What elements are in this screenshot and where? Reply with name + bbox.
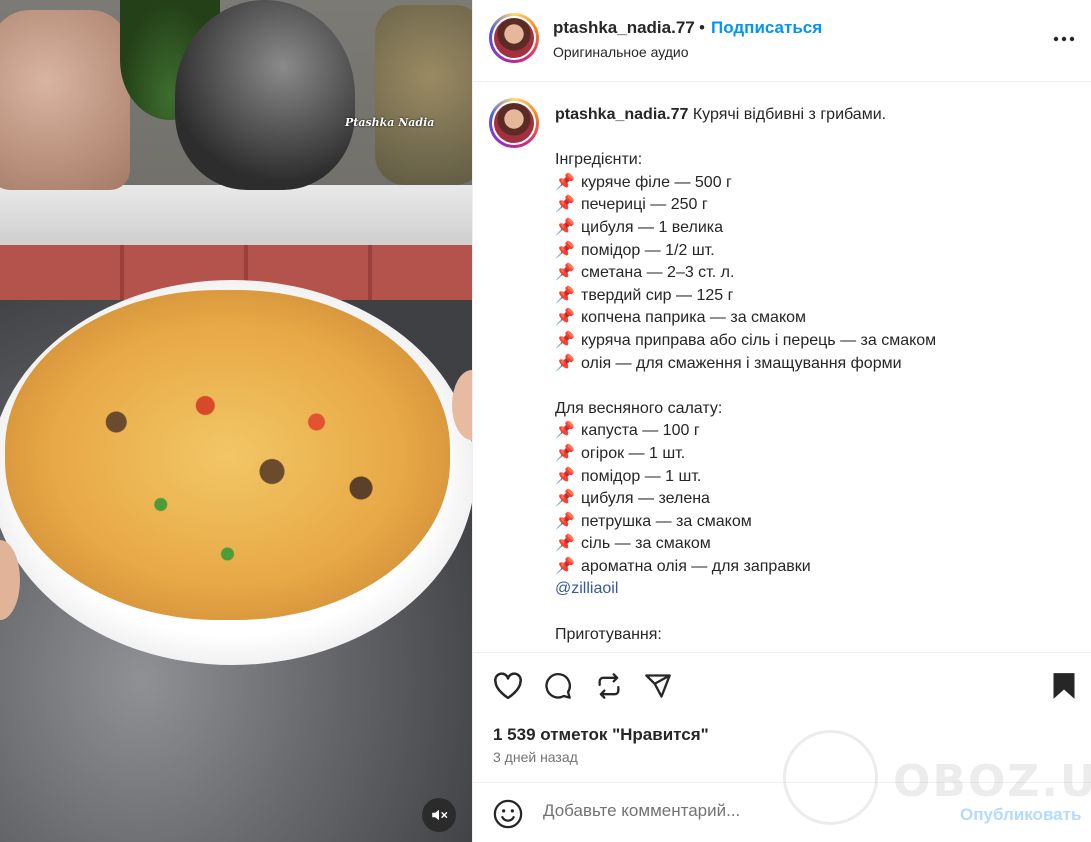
list-item-text: огірок — 1 шт.: [581, 444, 686, 462]
pushpin-icon: 📌: [555, 173, 575, 191]
more-horizontal-icon: [1053, 36, 1075, 42]
pushpin-icon: 📌: [555, 422, 575, 440]
pushpin-icon: 📌: [555, 218, 575, 236]
list-item-text: помідор — 1 шт.: [581, 467, 702, 485]
list-item-text: копчена паприка — за смаком: [581, 309, 807, 327]
ingredients-heading: Інгредієнти:: [555, 151, 643, 169]
caption-area: ptashka_nadia.77 Курячі відбивні з гриба…: [473, 82, 1091, 652]
list-item: 📌 олія — для смаження і змащування форми: [555, 353, 1075, 376]
list-item-text: капуста — 100 г: [581, 422, 700, 440]
pushpin-icon: 📌: [555, 490, 575, 508]
pushpin-icon: 📌: [555, 444, 575, 462]
pushpin-icon: 📌: [555, 241, 575, 259]
mention-link[interactable]: @zilliaoil: [555, 580, 618, 597]
caption-username[interactable]: ptashka_nadia.77: [555, 106, 688, 123]
list-item-text: сіль — за смаком: [581, 535, 711, 553]
speaker-muted-icon: [432, 809, 448, 821]
list-item: 📌 твердий сир — 125 г: [555, 285, 1075, 308]
share-icon: [645, 674, 671, 698]
post-time[interactable]: 3 дней назад: [493, 749, 578, 765]
comment-button[interactable]: [541, 669, 575, 703]
preparation-heading: Приготування:: [555, 625, 662, 643]
list-item: 📌 капуста — 100 г: [555, 420, 1075, 443]
list-item: 📌 печериці — 250 г: [555, 194, 1075, 217]
list-item: 📌 огірок — 1 шт.: [555, 443, 1075, 466]
post-panel: ptashka_nadia.77 • Подписаться Оригиналь…: [472, 0, 1091, 842]
list-item: 📌 цибуля — зелена: [555, 488, 1075, 511]
pushpin-icon: 📌: [555, 535, 575, 553]
shelf: [0, 185, 472, 245]
likes-count[interactable]: 1 539 отметок "Нравится": [493, 725, 709, 745]
avatar-image: [494, 103, 534, 143]
list-item-text: куряче філе — 500 г: [581, 173, 732, 191]
video-watermark: Ptashka Nadia: [345, 116, 435, 129]
caption-avatar[interactable]: [489, 98, 539, 148]
decor-figure-right: [375, 5, 472, 185]
list-item: 📌 куряче філе — 500 г: [555, 172, 1075, 195]
avatar[interactable]: [489, 13, 539, 63]
list-item-text: куряча приправа або сіль і перець — за с…: [581, 331, 937, 349]
food-chicken-chops: [5, 290, 450, 620]
pushpin-icon: 📌: [555, 286, 575, 304]
like-button[interactable]: [491, 669, 525, 703]
pushpin-icon: 📌: [555, 467, 575, 485]
decor-figure-left: [0, 10, 130, 190]
original-audio-link[interactable]: Оригинальное аудио: [553, 44, 689, 60]
list-item-text: печериці — 250 г: [581, 196, 708, 214]
caption-title: Курячі відбивні з грибами.: [692, 106, 887, 123]
salad-list: 📌 капуста — 100 г 📌 огірок — 1 шт. 📌 помідор …: [555, 420, 1075, 578]
list-item: 📌 копчена паприка — за смаком: [555, 307, 1075, 330]
salad-heading: Для весняного салату:: [555, 399, 723, 417]
comment-bar: Опубликовать: [473, 782, 1091, 842]
pushpin-icon: 📌: [555, 354, 575, 372]
save-button[interactable]: [1047, 669, 1081, 703]
list-item: 📌 ароматна олія — для заправки: [555, 556, 1075, 579]
list-item: 📌 сметана — 2–3 ст. л.: [555, 262, 1075, 285]
mute-button[interactable]: [422, 798, 456, 832]
pushpin-icon: 📌: [555, 557, 575, 575]
pushpin-icon: 📌: [555, 331, 575, 349]
list-item-text: ароматна олія — для заправки: [581, 557, 811, 575]
list-item-text: олія — для смаження і змащування форми: [581, 354, 902, 372]
list-item-text: твердий сир — 125 г: [581, 286, 734, 304]
post-header: ptashka_nadia.77 • Подписаться Оригиналь…: [473, 0, 1091, 82]
caption-text: ptashka_nadia.77 Курячі відбивні з гриба…: [555, 104, 1075, 646]
list-item: 📌 петрушка — за смаком: [555, 511, 1075, 534]
comment-input[interactable]: [543, 801, 943, 821]
comment-icon: [545, 673, 571, 699]
publish-button[interactable]: Опубликовать: [960, 805, 1081, 825]
pushpin-icon: 📌: [555, 196, 575, 214]
post-media[interactable]: Ptashka Nadia: [0, 0, 472, 842]
list-item: 📌 помідор — 1 шт.: [555, 466, 1075, 489]
list-item-text: помідор — 1/2 шт.: [581, 241, 715, 259]
list-item: 📌 помідор — 1/2 шт.: [555, 240, 1075, 263]
list-item-text: сметана — 2–3 ст. л.: [581, 264, 735, 282]
avatar-image: [494, 18, 534, 58]
list-item: 📌 сіль — за смаком: [555, 533, 1075, 556]
repost-button[interactable]: [592, 669, 626, 703]
list-item-text: цибуля — 1 велика: [581, 218, 724, 236]
bookmark-icon: [1053, 673, 1075, 699]
decor-bird-figure: [175, 0, 355, 190]
pushpin-icon: 📌: [555, 309, 575, 327]
emoji-icon[interactable]: [493, 799, 523, 829]
list-item: 📌 цибуля — 1 велика: [555, 217, 1075, 240]
header-username[interactable]: ptashka_nadia.77: [553, 18, 695, 38]
list-item: 📌 куряча приправа або сіль і перець — за …: [555, 330, 1075, 353]
ingredients-list: 📌 куряче філе — 500 г 📌 печериці — 250 г 📌 ци…: [555, 172, 1075, 375]
list-item-text: цибуля — зелена: [581, 490, 710, 508]
pushpin-icon: 📌: [555, 264, 575, 282]
more-options-button[interactable]: [1051, 26, 1077, 52]
separator-dot: •: [699, 18, 705, 37]
repost-icon: [598, 673, 620, 699]
list-item-text: петрушка — за смаком: [581, 512, 752, 530]
share-button[interactable]: [641, 669, 675, 703]
follow-button[interactable]: Подписаться: [711, 18, 822, 38]
pushpin-icon: 📌: [555, 512, 575, 530]
action-bar: 1 539 отметок "Нравится" 3 дней назад: [473, 652, 1091, 782]
heart-icon: [494, 672, 522, 700]
